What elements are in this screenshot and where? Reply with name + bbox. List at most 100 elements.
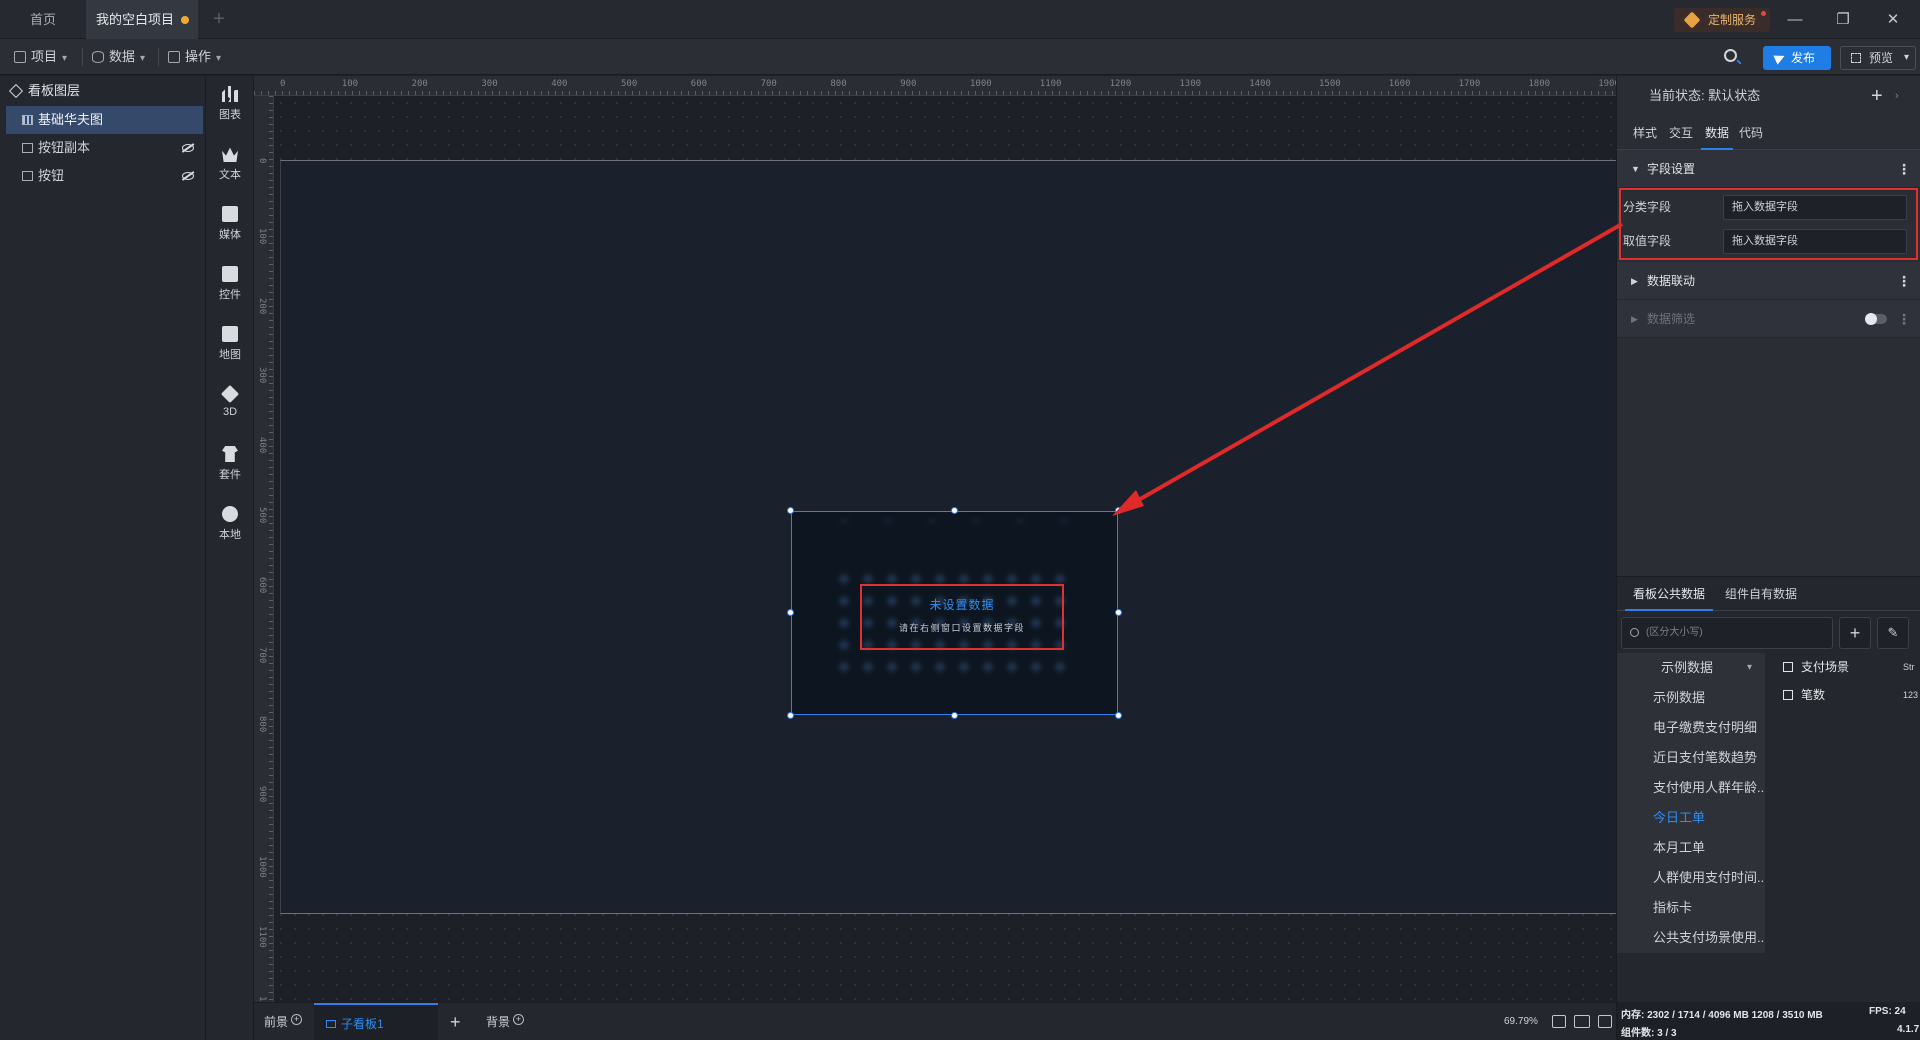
map-icon (222, 326, 238, 342)
component-chart[interactable]: 图表 (206, 76, 254, 132)
keyboard-icon[interactable] (1574, 1015, 1590, 1028)
component-kit[interactable]: 套件 (206, 436, 254, 492)
background-tab[interactable]: 背景 + (486, 1003, 525, 1040)
add-board-icon[interactable]: + (450, 1003, 461, 1040)
ruler-tick-label: 700 (257, 646, 267, 663)
layer-item-waffle[interactable]: 基础华夫图 (6, 106, 203, 134)
edit-data-icon[interactable]: ✎ (1877, 617, 1909, 649)
horizontal-ruler[interactable]: 0 100 200 300 400 500 600 700 800 900 1000 1100 1200… (254, 76, 1616, 96)
add-circle-icon[interactable]: + (513, 1014, 525, 1025)
list-item-selected[interactable]: 今日工单 (1617, 803, 1765, 833)
zoom-level[interactable]: 69.79% (1504, 1003, 1538, 1040)
chevron-down-icon: ▾ (1903, 52, 1909, 63)
foreground-tab[interactable]: 前景 + (264, 1003, 303, 1040)
operate-menu[interactable]: 操作 ▾ (168, 39, 221, 75)
add-state-icon[interactable]: + (1871, 76, 1883, 116)
search-icon[interactable] (1722, 47, 1742, 67)
fit-screen-icon[interactable] (1552, 1015, 1566, 1028)
checkbox-icon[interactable] (1783, 662, 1793, 672)
memory-readout: 内存: 2302 / 1714 / 4096 MB 1208 / 3510 MB (1621, 1010, 1823, 1021)
publish-button[interactable]: 发布 (1763, 46, 1831, 70)
preview-button[interactable]: 预览 ▾ (1840, 46, 1916, 70)
list-item[interactable]: 近日支付笔数趋势 (1617, 743, 1765, 773)
resize-handle-n[interactable] (951, 507, 958, 514)
category-field-dropzone[interactable]: 拖入数据字段 (1723, 195, 1907, 220)
layer-item-button-copy[interactable]: 按钮副本 (0, 134, 205, 162)
grid-icon (168, 51, 180, 63)
list-item[interactable]: 电子缴费支付明细 (1617, 713, 1765, 743)
checkbox-icon[interactable] (1783, 690, 1793, 700)
component-map[interactable]: 地图 (206, 316, 254, 372)
data-field-name: 笔数 (1801, 688, 1826, 702)
add-circle-icon[interactable]: + (291, 1014, 303, 1025)
resize-handle-e[interactable] (1115, 609, 1122, 616)
tab-project[interactable]: 我的空白项目 (86, 0, 198, 39)
more-icon[interactable]: ⋮ (1897, 262, 1911, 300)
custom-service-button[interactable]: 定制服务 (1674, 8, 1770, 32)
resize-handle-nw[interactable] (787, 507, 794, 514)
data-linkage-section[interactable]: ▶ 数据联动 ⋮ (1617, 262, 1920, 300)
category-field-row: 分类字段 拖入数据字段 (1621, 190, 1917, 224)
component-count: 组件数: 3 / 3 (1621, 1028, 1677, 1039)
more-icon[interactable]: ⋮ (1897, 300, 1911, 338)
data-field-item[interactable]: 笔数 123 (1767, 681, 1920, 709)
filter-toggle[interactable] (1865, 313, 1887, 325)
close-icon[interactable]: ✕ (1870, 0, 1916, 39)
tab-bar: 首页 我的空白项目 + 定制服务 — ❐ ✕ (0, 0, 1920, 39)
component-text[interactable]: 文本 (206, 136, 254, 192)
list-item[interactable]: 公共支付场景使用... (1617, 923, 1765, 953)
layer-item-button[interactable]: 按钮 (0, 162, 205, 190)
tab-home[interactable]: 首页 (0, 0, 86, 39)
data-menu[interactable]: 数据 ▾ (92, 39, 145, 75)
list-item[interactable]: 本月工单 (1617, 833, 1765, 863)
resize-handle-w[interactable] (787, 609, 794, 616)
tab-interaction[interactable]: 交互 (1669, 116, 1693, 150)
add-data-button[interactable]: + (1839, 617, 1871, 649)
tab-component-own-data[interactable]: 组件自有数据 (1725, 577, 1797, 611)
project-menu[interactable]: 项目 ▾ (14, 39, 67, 75)
list-item[interactable]: 支付使用人群年龄... (1617, 773, 1765, 803)
component-media[interactable]: 媒体 (206, 196, 254, 252)
vertical-ruler[interactable]: 0100200300400500600700800900100011001200 (254, 96, 274, 1002)
dataset-group-select[interactable]: 示例数据 ▾ (1617, 653, 1765, 683)
data-search-input[interactable]: (区分大小写) (1621, 617, 1833, 649)
restore-icon[interactable]: ❐ (1820, 0, 1866, 39)
chevron-right-icon[interactable]: › (1895, 76, 1899, 116)
data-field-item[interactable]: 支付场景 Str (1767, 653, 1920, 681)
value-field-dropzone[interactable]: 拖入数据字段 (1723, 229, 1907, 254)
sub-board-tab[interactable]: 子看板1 (314, 1003, 438, 1040)
component-control[interactable]: 控件 (206, 256, 254, 312)
component-3d[interactable]: 3D (206, 376, 254, 432)
add-tab-icon[interactable]: + (206, 0, 232, 39)
resize-handle-sw[interactable] (787, 712, 794, 719)
list-item[interactable]: 人群使用支付时间... (1617, 863, 1765, 893)
tab-data[interactable]: 数据 (1701, 116, 1733, 150)
eye-hidden-icon[interactable] (182, 144, 194, 152)
component-local[interactable]: 本地 (206, 496, 254, 552)
component-label: 文本 (219, 169, 241, 181)
waffle-chart-widget[interactable]: 未设置数据 请在右侧窗口设置数据字段 (791, 511, 1118, 715)
list-item[interactable]: 指标卡 (1617, 893, 1765, 923)
terminal-icon[interactable] (1598, 1015, 1612, 1028)
list-item[interactable]: 示例数据 (1617, 683, 1765, 713)
state-value[interactable]: 默认状态 (1708, 88, 1760, 103)
field-settings-section[interactable]: ▼ 字段设置 ⋮ (1617, 150, 1920, 188)
tab-code[interactable]: 代码 (1739, 116, 1763, 150)
control-icon (222, 266, 238, 282)
data-filter-section[interactable]: ▶ 数据筛选 ⋮ (1617, 300, 1920, 338)
canvas-workspace[interactable]: 未设置数据 请在右侧窗口设置数据字段 (274, 96, 1616, 1002)
resize-handle-s[interactable] (951, 712, 958, 719)
tab-board-public-data[interactable]: 看板公共数据 (1625, 577, 1714, 611)
eye-hidden-icon[interactable] (182, 172, 194, 180)
shirt-icon (222, 446, 238, 462)
layer-label: 基础华夫图 (38, 112, 104, 127)
tab-project-label: 我的空白项目 (96, 12, 175, 27)
tab-style[interactable]: 样式 (1633, 116, 1657, 150)
resize-handle-ne[interactable] (1115, 507, 1122, 514)
resize-handle-se[interactable] (1115, 712, 1122, 719)
dashboard-board[interactable]: 未设置数据 请在右侧窗口设置数据字段 (280, 160, 1616, 914)
minimize-icon[interactable]: — (1772, 0, 1818, 39)
more-icon[interactable]: ⋮ (1897, 150, 1911, 188)
component-label: 图表 (219, 109, 241, 121)
database-icon (92, 51, 104, 63)
